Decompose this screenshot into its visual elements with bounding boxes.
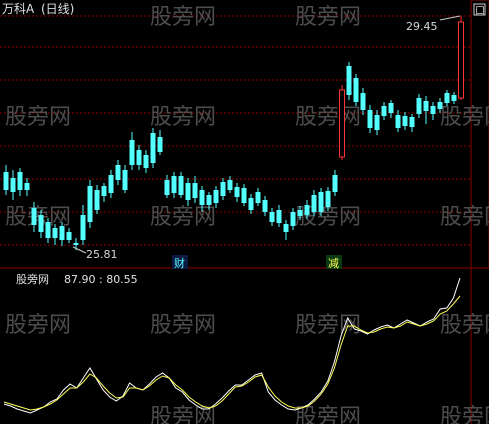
stock-chart: 万科A (日线) 口 股旁网 股旁网 股旁网 股旁网 股旁网 股旁网 股旁网 股… xyxy=(0,0,489,424)
candle-body xyxy=(458,21,464,99)
candle-body xyxy=(59,226,65,240)
watermark: 股旁网 xyxy=(295,105,361,130)
watermark: 股旁网 xyxy=(440,313,489,338)
candle-body xyxy=(339,89,345,158)
candle-body xyxy=(66,232,72,240)
low-price-label: 25.81 xyxy=(86,248,118,261)
indicator-values: 87.90 : 80.55 xyxy=(64,273,138,286)
candle-body xyxy=(437,102,443,109)
candle-body xyxy=(248,198,254,210)
candle-body xyxy=(367,110,373,128)
candle-body xyxy=(80,215,86,240)
candle-body xyxy=(24,183,30,190)
candle-body xyxy=(185,183,191,200)
candle-body xyxy=(3,172,9,190)
candle-body xyxy=(262,200,268,212)
candle-body xyxy=(423,101,429,111)
candle-body xyxy=(325,191,331,207)
candle-body xyxy=(255,192,261,203)
candle-body xyxy=(227,180,233,190)
candle-body xyxy=(409,117,415,127)
stock-period: (日线) xyxy=(41,2,74,16)
watermark: 股旁网 xyxy=(150,5,216,30)
candle-body xyxy=(10,178,16,192)
watermark: 股旁网 xyxy=(5,105,71,130)
candle-body xyxy=(31,208,37,225)
high-price-label: 29.45 xyxy=(406,20,438,33)
cai-marker: 财 xyxy=(174,256,185,270)
candle-body xyxy=(206,195,212,205)
candle-body xyxy=(353,78,359,102)
watermark: 股旁网 xyxy=(440,205,489,230)
candle-body xyxy=(311,195,317,212)
candle-body xyxy=(150,133,156,163)
candle-body xyxy=(164,180,170,195)
candle-body xyxy=(241,188,247,203)
watermark: 股旁网 xyxy=(440,405,489,424)
candle-body xyxy=(276,210,282,223)
jian-marker: 减 xyxy=(328,257,339,270)
candle-body xyxy=(451,95,457,101)
candle-body xyxy=(234,187,240,197)
candle-body xyxy=(129,140,135,165)
candle-body xyxy=(381,106,387,116)
candle-body xyxy=(122,170,128,190)
candle-body xyxy=(136,150,142,165)
candle-body xyxy=(213,190,219,203)
watermark: 股旁网 xyxy=(440,105,489,130)
watermark: 股旁网 xyxy=(295,405,361,424)
candle-body xyxy=(283,224,289,232)
window-button-label: 口 xyxy=(475,6,485,17)
candle-body xyxy=(101,186,107,196)
watermark: 股旁网 xyxy=(150,313,216,338)
candle-body xyxy=(297,210,303,216)
candle-body xyxy=(115,165,121,180)
watermark: 股旁网 xyxy=(5,313,71,338)
candle-body xyxy=(402,116,408,126)
watermark: 股旁网 xyxy=(295,5,361,30)
candle-body xyxy=(143,155,149,168)
candle-body xyxy=(199,190,205,205)
watermark: 股旁网 xyxy=(150,205,216,230)
candle-body xyxy=(304,205,310,215)
candle-body xyxy=(395,115,401,128)
candle-body xyxy=(52,228,58,238)
candle-body xyxy=(157,137,163,152)
candle-body xyxy=(87,186,93,222)
candle-body xyxy=(269,212,275,222)
candle-body xyxy=(430,106,436,114)
candle-body xyxy=(388,103,394,113)
candle-body xyxy=(108,175,114,193)
candle-body xyxy=(360,93,366,110)
watermark: 股旁网 xyxy=(150,105,216,130)
candle-body xyxy=(220,182,226,196)
watermark: 股旁网 xyxy=(150,405,216,424)
candle-body xyxy=(444,93,450,103)
candle-body xyxy=(192,183,198,198)
candle-body xyxy=(73,243,79,245)
stock-name: 万科A xyxy=(2,2,35,16)
candle-body xyxy=(346,66,352,95)
candle-body xyxy=(178,176,184,195)
candle-body xyxy=(332,175,338,192)
candle-body xyxy=(171,176,177,193)
candle-body xyxy=(318,192,324,212)
indicator-name: 股旁网 xyxy=(16,272,49,286)
candle-body xyxy=(290,212,296,226)
candle-body xyxy=(38,215,44,232)
candle-body xyxy=(94,190,100,210)
candle-body xyxy=(374,115,380,130)
candle-body xyxy=(45,222,51,238)
candle-body xyxy=(416,98,422,114)
candle-body xyxy=(17,172,23,190)
